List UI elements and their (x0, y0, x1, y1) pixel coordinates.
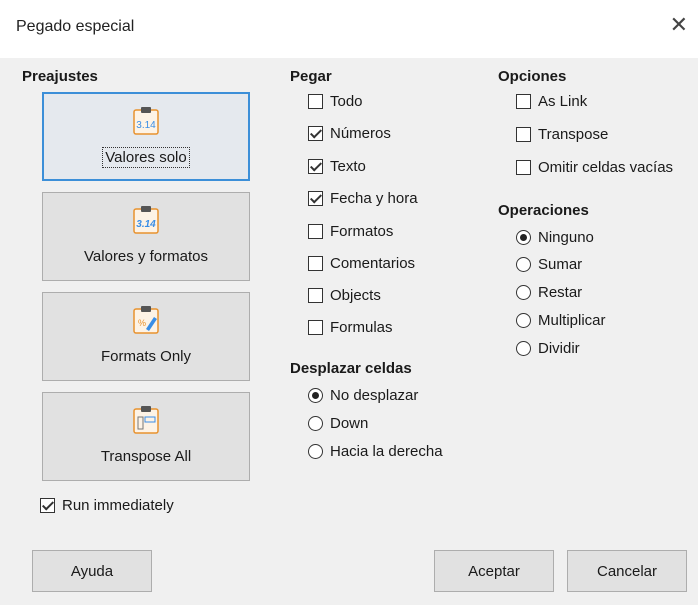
checkbox-box[interactable] (308, 223, 323, 239)
paste-todo-checkbox[interactable]: Todo (308, 90, 363, 112)
run-immediately-checkbox[interactable]: Run immediately (40, 494, 174, 516)
radio-label: Multiplicar (538, 311, 606, 329)
clipboard-formats-icon: % (133, 306, 159, 334)
svg-text:3.14: 3.14 (136, 219, 156, 230)
clipboard-values-formats-icon: 3.14 (133, 206, 159, 234)
checkbox-label: Formulas (330, 318, 393, 336)
checkbox-label: Fecha y hora (330, 189, 418, 207)
preset-label: Transpose All (100, 448, 192, 465)
radio-circle[interactable] (516, 312, 531, 328)
radio-label: No desplazar (330, 386, 419, 404)
checkbox-box[interactable] (308, 287, 323, 303)
paste-objects-checkbox[interactable]: Objects (308, 284, 381, 306)
preset-transpose-all-button[interactable]: Transpose All (42, 392, 250, 481)
radio-label: Dividir (538, 339, 580, 357)
operations-heading: Operaciones (498, 202, 589, 219)
preset-values-formats-button[interactable]: 3.14 Valores y formatos (42, 192, 250, 281)
radio-circle[interactable] (308, 415, 323, 431)
operation-dividir-radio[interactable]: Dividir (516, 337, 580, 359)
checkbox-label: Comentarios (330, 254, 416, 272)
clipboard-transpose-icon (133, 406, 159, 434)
radio-label: Down (330, 414, 369, 432)
checkbox-label: Objects (330, 286, 381, 304)
options-heading: Opciones (498, 68, 567, 85)
paste-formulas-checkbox[interactable]: Formulas (308, 316, 393, 338)
radio-label: Hacia la derecha (330, 442, 443, 460)
checkbox-label: Números (330, 124, 391, 142)
clipboard-values-icon: 3.14 (133, 107, 159, 135)
radio-circle[interactable] (516, 229, 531, 245)
checkbox-label: As Link (538, 92, 588, 110)
checkbox-box[interactable] (516, 126, 531, 142)
operation-ninguno-radio[interactable]: Ninguno (516, 226, 594, 248)
preset-label: Valores y formatos (84, 248, 208, 265)
preset-label: Formats Only (100, 348, 191, 365)
checkbox-box[interactable] (516, 159, 531, 175)
shift-no-desplazar-radio[interactable]: No desplazar (308, 384, 418, 406)
paste-formatos-checkbox[interactable]: Formatos (308, 220, 393, 242)
paste-numeros-checkbox[interactable]: Números (308, 122, 391, 144)
checkbox-box[interactable] (308, 319, 323, 335)
checkbox-box[interactable] (308, 255, 323, 271)
ok-button[interactable]: Aceptar (434, 550, 554, 592)
radio-label: Ninguno (538, 228, 594, 246)
checkbox-label: Transpose (538, 125, 609, 143)
checkbox-label: Todo (330, 92, 363, 110)
checkbox-label: Texto (330, 157, 366, 175)
preset-label: Valores solo (102, 147, 190, 168)
option-skip-empty-checkbox[interactable]: Omitir celdas vacías (516, 156, 673, 178)
shift-right-radio[interactable]: Hacia la derecha (308, 440, 443, 462)
dialog-title: Pegado especial (16, 18, 135, 35)
radio-circle[interactable] (516, 284, 531, 300)
svg-text:3.14: 3.14 (136, 120, 156, 131)
presets-heading: Preajustes (22, 68, 98, 85)
checkbox-box[interactable] (516, 93, 531, 109)
paste-fecha-hora-checkbox[interactable]: Fecha y hora (308, 187, 418, 209)
title-bar: Pegado especial ✕ (0, 0, 698, 58)
close-icon[interactable]: ✕ (670, 14, 688, 36)
radio-label: Restar (538, 283, 583, 301)
checkbox-box[interactable] (308, 158, 323, 174)
option-transpose-checkbox[interactable]: Transpose (516, 123, 608, 145)
shift-heading: Desplazar celdas (290, 360, 412, 377)
radio-circle[interactable] (516, 256, 531, 272)
checkbox-box[interactable] (308, 190, 323, 206)
checkbox-box[interactable] (308, 125, 323, 141)
operation-multiplicar-radio[interactable]: Multiplicar (516, 309, 606, 331)
checkbox-label: Run immediately (62, 496, 174, 514)
checkbox-label: Omitir celdas vacías (538, 158, 674, 176)
checkbox-box[interactable] (40, 497, 55, 513)
radio-circle[interactable] (516, 340, 531, 356)
help-button[interactable]: Ayuda (32, 550, 152, 592)
option-as-link-checkbox[interactable]: As Link (516, 90, 587, 112)
shift-down-radio[interactable]: Down (308, 412, 368, 434)
radio-circle[interactable] (308, 443, 323, 459)
paste-texto-checkbox[interactable]: Texto (308, 155, 366, 177)
radio-label: Sumar (538, 255, 583, 273)
operation-restar-radio[interactable]: Restar (516, 281, 582, 303)
cancel-button[interactable]: Cancelar (567, 550, 687, 592)
radio-circle[interactable] (308, 387, 323, 403)
svg-text:%: % (138, 318, 146, 328)
paste-heading: Pegar (290, 68, 332, 85)
paste-comentarios-checkbox[interactable]: Comentarios (308, 252, 415, 274)
checkbox-box[interactable] (308, 93, 323, 109)
checkbox-label: Formatos (330, 222, 394, 240)
preset-formats-only-button[interactable]: % Formats Only (42, 292, 250, 381)
operation-sumar-radio[interactable]: Sumar (516, 253, 582, 275)
preset-values-only-button[interactable]: 3.14 Valores solo (42, 92, 250, 181)
